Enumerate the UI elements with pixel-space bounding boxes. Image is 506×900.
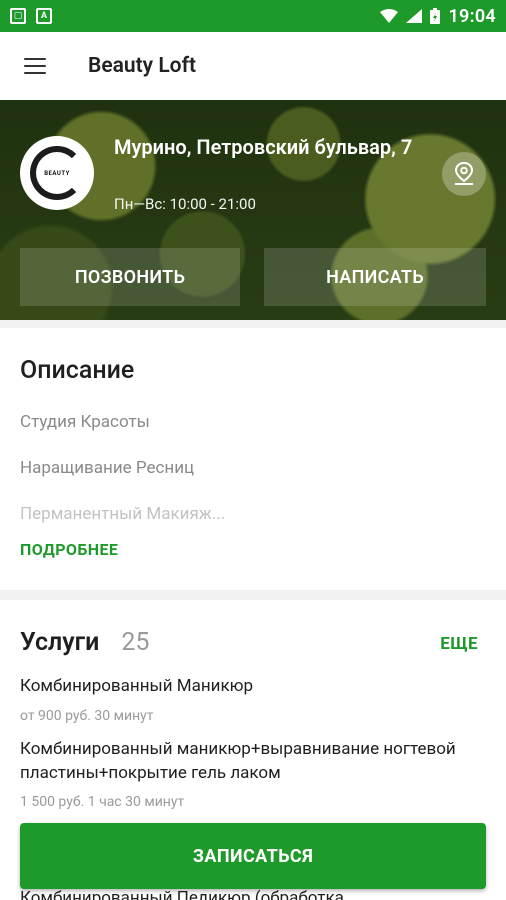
status-bar: ▢ A 19:04 xyxy=(0,0,506,32)
clock: 19:04 xyxy=(448,5,496,27)
message-button[interactable]: НАПИСАТЬ xyxy=(264,248,486,306)
a-icon: A xyxy=(36,8,52,24)
service-name[interactable]: Комбинированный маникюр+выравнивание ног… xyxy=(20,737,480,785)
logo-text: BEAUTY xyxy=(44,169,70,177)
hamburger-menu-icon[interactable] xyxy=(0,32,70,100)
call-button[interactable]: ПОЗВОНИТЬ xyxy=(20,248,240,306)
salon-address: Мурино, Петровский бульвар, 7 xyxy=(114,135,413,159)
all-services-link[interactable]: ЕЩЕ xyxy=(440,634,478,654)
battery-icon xyxy=(430,8,441,24)
app-bar: Beauty Loft xyxy=(0,32,506,100)
description-title: Описание xyxy=(20,356,135,385)
description-card: Описание Студия Красоты Наращивание Ресн… xyxy=(0,328,506,590)
signal-icon xyxy=(406,9,423,23)
salon-logo: BEAUTY xyxy=(20,136,94,210)
services-count: 25 xyxy=(121,628,150,657)
service-meta: 1 500 руб. 1 час 30 минут xyxy=(20,794,185,810)
description-line: Студия Красоты xyxy=(20,412,150,432)
wifi-icon xyxy=(380,9,399,23)
more-link[interactable]: ПОДРОБНЕЕ xyxy=(20,540,118,559)
service-meta: от 900 руб. 30 минут xyxy=(20,708,154,724)
description-line: Наращивание Ресниц xyxy=(20,458,195,478)
image-icon: ▢ xyxy=(10,8,26,24)
description-line: Перманентный Макияж... xyxy=(20,504,226,524)
map-pin-icon xyxy=(454,162,474,185)
services-title: Услуги xyxy=(20,628,100,657)
service-name[interactable]: Комбинированный Маникюр xyxy=(20,674,480,698)
opening-hours: Пн—Вс: 10:00 - 21:00 xyxy=(114,195,256,213)
book-button[interactable]: ЗАПИСАТЬСЯ xyxy=(20,823,486,889)
map-pin-button[interactable] xyxy=(442,152,486,196)
salon-hero: BEAUTY Мурино, Петровский бульвар, 7 Пн—… xyxy=(0,100,506,320)
app-title: Beauty Loft xyxy=(88,54,197,78)
